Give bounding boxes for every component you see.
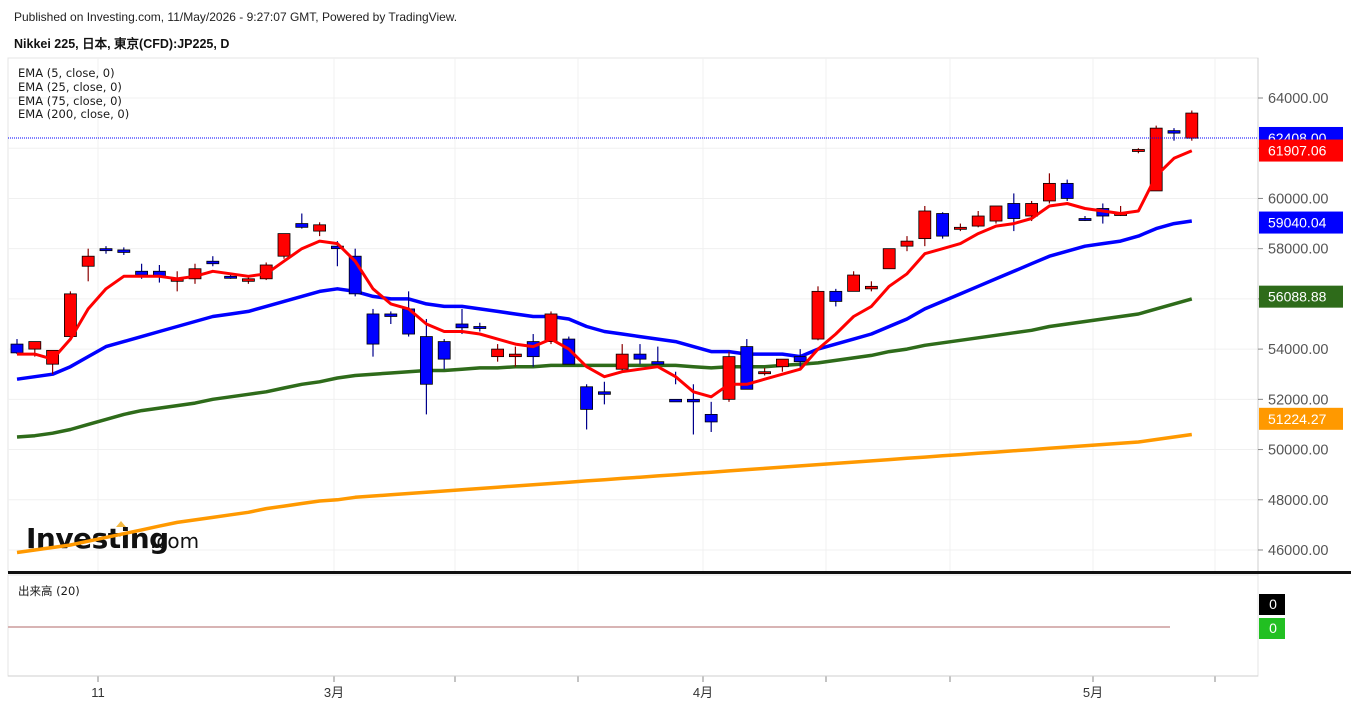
indicator-legend: EMA (5, close, 0) EMA (25, close, 0) EMA…	[18, 66, 129, 121]
candle-body	[829, 290, 843, 302]
volume-tag-2: 0	[1269, 620, 1277, 636]
candle-body	[882, 248, 896, 270]
value-tag: 56088.88	[1259, 285, 1343, 308]
y-tick-label: 64000.00	[1268, 91, 1328, 107]
candle-body	[1007, 203, 1021, 219]
legend-ema25: EMA (25, close, 0)	[18, 80, 122, 94]
candle-body	[651, 361, 665, 365]
value-tag: 59040.04	[1259, 211, 1343, 234]
candle-body	[544, 313, 558, 342]
x-tick-label: 11	[91, 685, 105, 700]
candle-body	[384, 313, 398, 317]
chart-canvas[interactable]: Investing .com EMA (5, close, 0) EMA (25…	[0, 0, 1351, 708]
candle-body	[117, 249, 131, 253]
candle-body	[669, 398, 682, 403]
value-tag: 51224.27	[1259, 407, 1343, 430]
candle-body	[598, 391, 611, 395]
candle-body	[295, 223, 309, 228]
candle-body	[99, 248, 113, 252]
legend-ema75: EMA (75, close, 0)	[18, 94, 122, 108]
y-tick-label: 48000.00	[1268, 493, 1328, 509]
value-tag-label: 61907.06	[1268, 143, 1327, 159]
y-tick-label: 46000.00	[1268, 543, 1328, 559]
candle-body	[989, 205, 1003, 222]
volume-tag-green: 0	[1259, 618, 1285, 639]
candle	[882, 248, 896, 270]
candle	[277, 233, 291, 259]
candle-body	[1167, 130, 1181, 134]
candle-body	[793, 356, 807, 363]
y-tick-label: 52000.00	[1268, 392, 1328, 408]
legend-ema5: EMA (5, close, 0)	[18, 66, 115, 80]
x-tick-label: 5月	[1083, 685, 1103, 700]
candle	[989, 205, 1003, 224]
value-tag-label: 56088.88	[1268, 289, 1327, 305]
candle-body	[473, 326, 487, 329]
candle-body	[918, 210, 932, 240]
value-tag-label: 59040.04	[1268, 215, 1327, 231]
candle-body	[776, 358, 789, 368]
candle-body	[971, 215, 985, 227]
candle-body	[1060, 182, 1074, 199]
value-tag: 61907.06	[1259, 139, 1343, 162]
y-tick-label: 50000.00	[1268, 443, 1328, 459]
x-tick-label: 3月	[324, 685, 344, 700]
candle-body	[954, 226, 967, 230]
candle-body	[936, 213, 949, 237]
x-tick-label: 4月	[693, 685, 713, 700]
candle	[1185, 110, 1199, 141]
candle-body	[277, 233, 291, 257]
candle-body	[366, 313, 380, 345]
candle	[722, 351, 736, 402]
y-tick-label: 58000.00	[1268, 242, 1328, 258]
candle-body	[81, 255, 95, 267]
candle-body	[865, 285, 878, 290]
candle-body	[224, 275, 238, 279]
candle-body	[1043, 182, 1056, 202]
y-tick-label: 54000.00	[1268, 342, 1328, 358]
candle-body	[135, 270, 149, 276]
candle-body	[687, 398, 700, 403]
candle-body	[10, 343, 24, 354]
candle-body	[419, 336, 433, 385]
candle-body	[28, 341, 42, 350]
volume-legend: 出来高 (20)	[18, 584, 80, 598]
candle-body	[615, 353, 629, 370]
y-tick-label: 60000.00	[1268, 191, 1328, 207]
candle-body	[508, 353, 522, 358]
candle	[936, 212, 949, 239]
value-tags: 62408.0061907.0659040.0456088.8851224.27	[1259, 126, 1343, 430]
candle-body	[811, 290, 825, 340]
value-tag-label: 51224.27	[1268, 411, 1327, 427]
candle-body	[206, 260, 220, 265]
x-axis-ticks: 11 3月 4月 5月	[91, 685, 1103, 700]
candle-body	[241, 278, 255, 282]
candle-body	[847, 274, 860, 292]
candle-body	[1078, 218, 1092, 221]
candle	[811, 286, 825, 341]
candle-body	[900, 240, 914, 247]
logo-domain: .com	[150, 529, 199, 553]
candle-body	[455, 323, 469, 329]
candle-body	[437, 341, 451, 360]
pane-separator[interactable]	[8, 571, 1351, 574]
candle-body	[758, 371, 771, 375]
candle-body	[580, 386, 593, 410]
candle-body	[704, 413, 718, 423]
candle-body	[1132, 149, 1145, 152]
volume-pane[interactable]	[7, 574, 1259, 677]
candle-body	[633, 353, 647, 360]
candle-body	[1185, 112, 1199, 139]
volume-tag-black: 0	[1259, 594, 1285, 615]
main-pane[interactable]	[7, 57, 1259, 573]
volume-tag-1: 0	[1269, 596, 1277, 612]
legend-ema200: EMA (200, close, 0)	[18, 107, 129, 121]
candle-body	[313, 224, 327, 232]
candle-body	[491, 348, 505, 358]
candle-body	[722, 356, 736, 400]
